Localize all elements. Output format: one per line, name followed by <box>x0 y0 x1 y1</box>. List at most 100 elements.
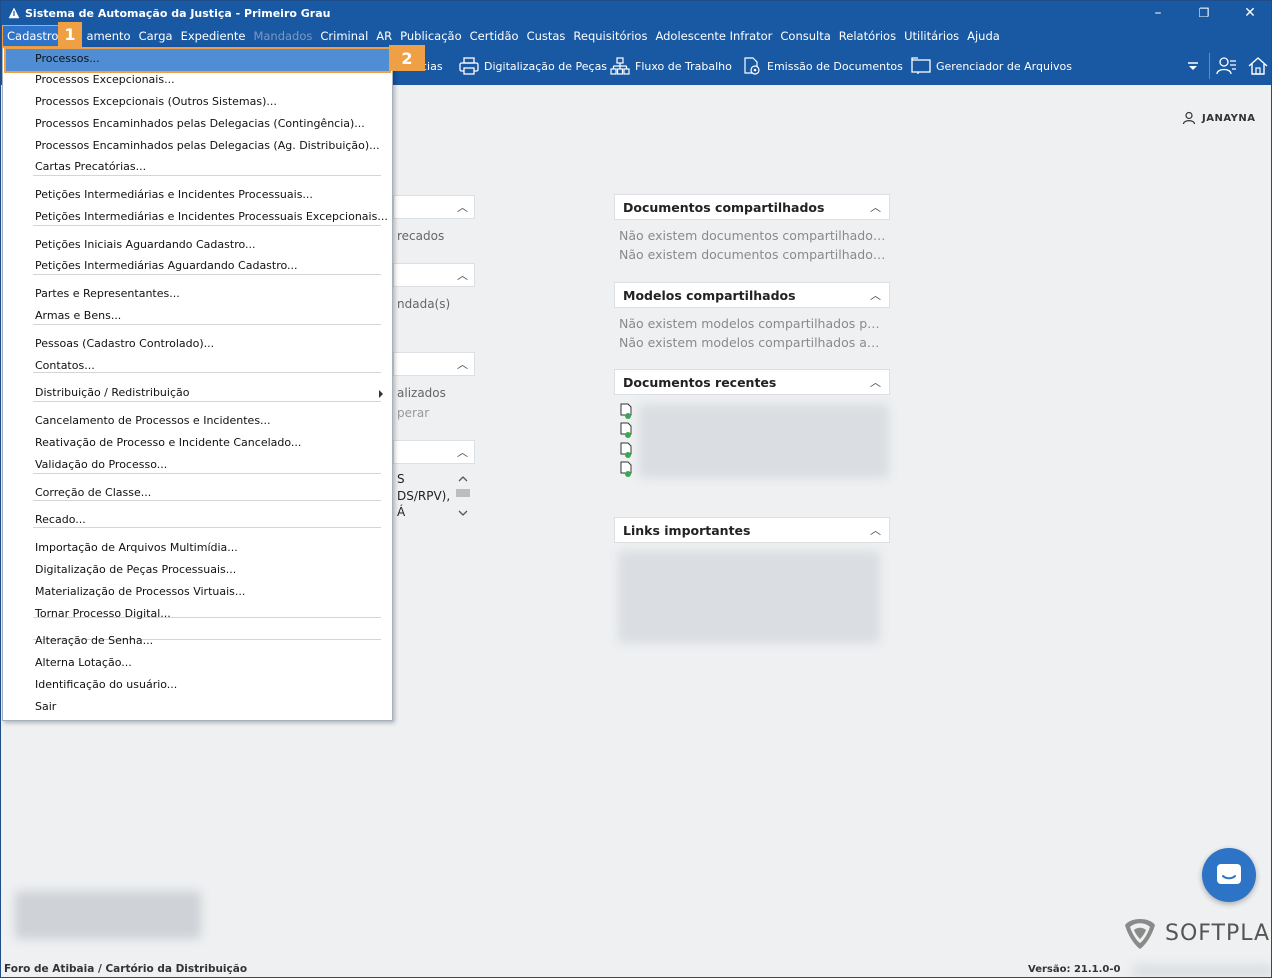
panel-line: Não existem modelos compartilhados pelo.… <box>619 316 886 331</box>
important-links-panel: Links importantes ︿ <box>614 517 890 543</box>
dropdown-item[interactable]: Processos Excepcionais (Outros Sistemas)… <box>6 92 389 114</box>
dropdown-item[interactable]: Petições Intermediárias e Incidentes Pro… <box>6 185 389 207</box>
dropdown-item[interactable]: Materialização de Processos Virtuais... <box>6 582 389 604</box>
dropdown-item[interactable]: Processos Encaminhados pelas Delegacias … <box>6 136 389 158</box>
dropdown-item[interactable]: Identificação do usuário... <box>6 675 389 697</box>
users-icon <box>1216 57 1236 75</box>
dropdown-item[interactable]: Processos... <box>4 47 391 73</box>
dropdown-item[interactable]: Cartas Precatórias... <box>6 157 389 179</box>
status-location: Foro de Atibaia / Cartório da Distribuiç… <box>4 963 248 975</box>
user-name: JANAYNA <box>1202 112 1256 124</box>
dropdown-item[interactable]: Contatos... <box>6 356 389 378</box>
menu-item[interactable]: Cadastro <box>1 25 64 47</box>
toolbar-overflow-button[interactable] <box>1186 47 1200 85</box>
user-switch-button[interactable] <box>1216 47 1238 85</box>
left-panel-scrollbar[interactable] <box>455 473 471 521</box>
collapse-chevron-icon[interactable]: ︿ <box>870 522 881 538</box>
dropdown-item[interactable]: Partes e Representantes... <box>6 284 389 306</box>
dropdown-item-label: Importação de Arquivos Multimídia... <box>35 541 238 554</box>
menu-item[interactable]: amento <box>82 26 134 46</box>
panel-title: Links importantes <box>623 522 751 538</box>
dropdown-item[interactable]: Reativação de Processo e Incidente Cance… <box>6 433 389 455</box>
minimize-button[interactable]: – <box>1135 1 1181 25</box>
menu-item[interactable]: Criminal <box>316 26 372 46</box>
left-panel-header-2[interactable]: ︿ <box>393 263 475 287</box>
left-panel-text: S <box>397 472 405 486</box>
recent-document-icon[interactable] <box>620 403 632 419</box>
step-badge-1: 1 <box>58 22 82 47</box>
toolbar-gerenciador-button[interactable]: Gerenciador de Arquivos <box>911 47 1072 85</box>
dropdown-item-label: Processos... <box>35 52 100 65</box>
dropdown-item[interactable]: Tornar Processo Digital... <box>6 604 389 626</box>
dropdown-item[interactable]: Distribuição / Redistribuição <box>6 383 389 405</box>
home-button[interactable] <box>1247 47 1269 85</box>
dropdown-item[interactable]: Processos Encaminhados pelas Delegacias … <box>6 114 389 136</box>
dropdown-item[interactable]: Alterna Lotação... <box>6 653 389 675</box>
left-panel-header-1[interactable]: ︿ <box>393 195 475 219</box>
title-bar: Sistema de Automação da Justiça - Primei… <box>1 1 1271 25</box>
menu-item[interactable]: Custas <box>523 26 570 46</box>
redacted-status <box>1133 965 1271 977</box>
menu-bar: Cadastro amento Carga Expediente Mandados Cri… <box>1 25 1271 47</box>
menu-item[interactable]: Publicação <box>396 26 466 46</box>
redacted-links <box>618 551 880 643</box>
dropdown-item[interactable]: Armas e Bens... <box>6 306 389 328</box>
dropdown-item[interactable]: Alteração de Senha... <box>6 631 389 653</box>
collapse-chevron-icon[interactable]: ︿ <box>457 267 468 283</box>
shared-models-header[interactable]: Modelos compartilhados ︿ <box>614 282 890 308</box>
dropdown-item[interactable]: Cancelamento de Processos e Incidentes..… <box>6 411 389 433</box>
menu-item[interactable]: Utilitários <box>900 26 963 46</box>
dropdown-item[interactable]: Digitalização de Peças Processuais... <box>6 560 389 582</box>
recent-document-icon[interactable] <box>620 442 632 458</box>
dropdown-item[interactable]: Correção de Classe... <box>6 483 389 505</box>
toolbar-emissao-button[interactable]: Emissão de Documentos <box>742 47 903 85</box>
left-panel-text: alizados <box>397 386 446 400</box>
dropdown-item[interactable]: Petições Intermediárias Aguardando Cadas… <box>6 256 389 278</box>
menu-item[interactable]: Relatórios <box>835 26 900 46</box>
recent-documents-panel: Documentos recentes ︿ <box>614 369 890 395</box>
collapse-chevron-icon[interactable]: ︿ <box>870 199 881 215</box>
dropdown-item[interactable]: Importação de Arquivos Multimídia... <box>6 538 389 560</box>
dropdown-item[interactable]: Processos Excepcionais... <box>6 70 389 92</box>
menu-item[interactable]: Adolescente Infrator <box>651 26 776 46</box>
dropdown-item-label: Petições Intermediárias Aguardando Cadas… <box>35 259 298 272</box>
collapse-chevron-icon[interactable]: ︿ <box>870 287 881 303</box>
shared-documents-header[interactable]: Documentos compartilhados ︿ <box>614 194 890 220</box>
softplan-emblem-icon <box>1125 919 1155 949</box>
menu-item[interactable]: Expediente <box>177 26 250 46</box>
menu-item[interactable]: Carga <box>135 26 177 46</box>
close-button[interactable]: ✕ <box>1227 1 1271 25</box>
dropdown-item-label: Alterna Lotação... <box>35 656 132 669</box>
menu-item[interactable]: Requisitórios <box>569 26 651 46</box>
dropdown-item[interactable]: Sair <box>6 697 389 719</box>
toolbar-digitalizacao-button[interactable]: Digitalização de Peças <box>459 47 607 85</box>
collapse-chevron-icon[interactable]: ︿ <box>457 356 468 372</box>
collapse-chevron-icon[interactable]: ︿ <box>457 444 468 460</box>
menu-item[interactable]: Certidão <box>466 26 523 46</box>
menu-item[interactable]: Ajuda <box>963 26 1004 46</box>
redacted-recent-documents <box>639 404 889 478</box>
important-links-header[interactable]: Links importantes ︿ <box>614 517 890 543</box>
collapse-chevron-icon[interactable]: ︿ <box>457 199 468 215</box>
left-panel-header-4[interactable]: ︿ <box>393 440 475 464</box>
dropdown-item[interactable]: Petições Intermediárias e Incidentes Pro… <box>6 207 389 229</box>
toolbar-item-label: Emissão de Documentos <box>767 59 903 73</box>
menu-item[interactable]: AR <box>372 26 396 46</box>
status-version: Versão: 21.1.0-0 <box>1028 964 1121 975</box>
recent-document-icon[interactable] <box>620 461 632 477</box>
collapse-chevron-icon[interactable]: ︿ <box>870 374 881 390</box>
menu-item[interactable]: Consulta <box>776 26 834 46</box>
dropdown-item[interactable]: Recado... <box>6 510 389 532</box>
dropdown-item[interactable]: Petições Iniciais Aguardando Cadastro... <box>6 235 389 257</box>
panel-title: Documentos recentes <box>623 374 777 390</box>
chat-support-button[interactable] <box>1202 848 1256 902</box>
toolbar-fluxo-button[interactable]: Fluxo de Trabalho <box>610 47 732 85</box>
maximize-button[interactable]: ❐ <box>1181 1 1227 25</box>
step-number: 2 <box>401 48 413 68</box>
dropdown-item[interactable]: Pessoas (Cadastro Controlado)... <box>6 334 389 356</box>
left-panel-header-3[interactable]: ︿ <box>393 352 475 376</box>
dropdown-item[interactable]: Validação do Processo... <box>6 455 389 477</box>
recent-documents-header[interactable]: Documentos recentes ︿ <box>614 369 890 395</box>
recent-document-icon[interactable] <box>620 422 632 438</box>
dropdown-item-label: Sair <box>35 700 57 713</box>
